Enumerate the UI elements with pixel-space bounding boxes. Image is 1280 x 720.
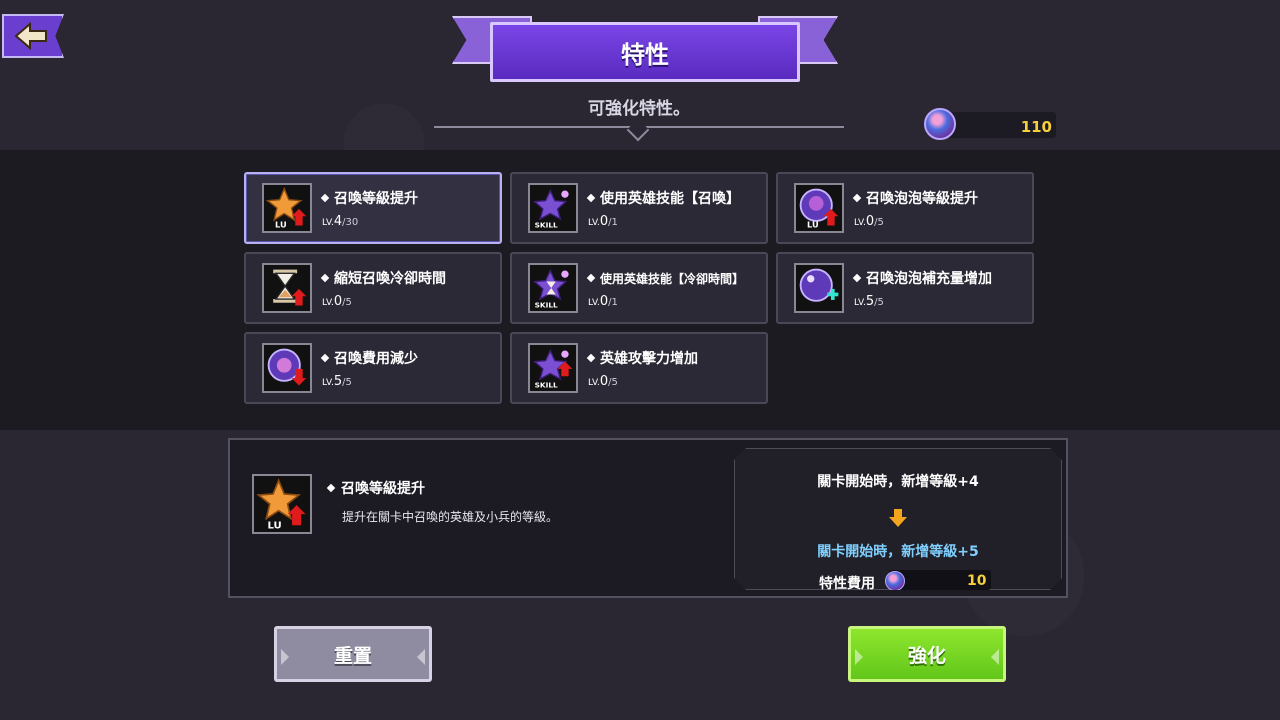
svg-text:SKILL: SKILL xyxy=(535,220,558,229)
trait-name: 使用英雄技能【召喚】 xyxy=(586,188,740,208)
cost-label: 特性費用 xyxy=(819,576,875,592)
trait-level: LV.0/5 xyxy=(322,294,352,309)
trait-level: LV.5/5 xyxy=(322,374,352,389)
trait-name: 使用英雄技能【冷卻時間】 xyxy=(586,270,744,287)
back-arrow-icon xyxy=(14,22,47,50)
trait-name: 召喚泡泡補充量增加 xyxy=(852,268,992,288)
orange-star-level-up-icon: LU xyxy=(262,183,312,233)
hourglass-icon xyxy=(262,263,312,313)
upgrade-button-label: 強化 xyxy=(907,644,946,667)
trait-name: 召喚泡泡等級提升 xyxy=(852,188,978,208)
trait-grid: LU 召喚等級提升 LV.4/30 SKILL 使用英雄技能【召喚】 LV.0/… xyxy=(0,150,1280,430)
svg-text:LU: LU xyxy=(807,219,819,229)
trait-name: 英雄攻擊力增加 xyxy=(586,348,698,368)
svg-text:SKILL: SKILL xyxy=(535,380,558,389)
svg-text:LU: LU xyxy=(267,521,281,532)
trait-level: LV.4/30 xyxy=(322,214,359,229)
trait-card-bubble-level[interactable]: LU 召喚泡泡等級提升 LV.0/5 xyxy=(776,172,1034,244)
currency-orb-icon xyxy=(924,108,956,140)
down-arrow-icon xyxy=(889,509,907,527)
bubble-cost-icon xyxy=(262,343,312,393)
orange-star-level-up-icon: LU xyxy=(252,474,312,534)
trait-name: 召喚等級提升 xyxy=(320,188,418,208)
trait-card-hero-attack[interactable]: SKILL 英雄攻擊力增加 LV.0/5 xyxy=(510,332,768,404)
trait-card-cooldown[interactable]: 縮短召喚冷卻時間 LV.0/5 xyxy=(244,252,502,324)
effect-preview: 關卡開始時，新增等級+4 關卡開始時，新增等級+5 特性費用 10 xyxy=(734,448,1062,590)
bubble-plus-icon xyxy=(794,263,844,313)
svg-text:LU: LU xyxy=(275,219,287,229)
trait-level: LV.0/1 xyxy=(588,294,618,309)
trait-detail-panel: LU 召喚等級提升 提升在關卡中召喚的英雄及小兵的等級。 關卡開始時，新增等級+… xyxy=(228,438,1068,598)
trait-card-skill-summon[interactable]: SKILL 使用英雄技能【召喚】 LV.0/1 xyxy=(510,172,768,244)
trait-level: LV.0/1 xyxy=(588,214,618,229)
button-right-arrow-icon xyxy=(417,649,425,665)
detail-description: 提升在關卡中召喚的英雄及小兵的等級。 xyxy=(342,510,559,524)
trait-card-skill-cooldown[interactable]: SKILL 使用英雄技能【冷卻時間】 LV.0/1 xyxy=(510,252,768,324)
reset-button[interactable]: 重置 xyxy=(274,626,432,682)
trait-level: LV.0/5 xyxy=(588,374,618,389)
trait-level: LV.5/5 xyxy=(854,294,884,309)
skill-hourglass-icon: SKILL xyxy=(528,263,578,313)
button-right-arrow-icon xyxy=(991,649,999,665)
trait-name: 縮短召喚冷卻時間 xyxy=(320,268,446,288)
skill-attack-icon: SKILL xyxy=(528,343,578,393)
button-left-arrow-icon xyxy=(281,649,289,665)
cost-orb-icon xyxy=(885,571,905,591)
subtitle: 可強化特性。 xyxy=(588,99,690,119)
currency-value: 110 xyxy=(1020,118,1052,136)
svg-text:SKILL: SKILL xyxy=(535,300,558,309)
button-left-arrow-icon xyxy=(855,649,863,665)
page-title: 特性 xyxy=(490,22,800,82)
trait-card-bubble-refill[interactable]: 召喚泡泡補充量增加 LV.5/5 xyxy=(776,252,1034,324)
reset-button-label: 重置 xyxy=(333,644,372,667)
trait-currency: 110 xyxy=(924,108,1056,140)
purple-skill-icon: SKILL xyxy=(528,183,578,233)
trait-card-summon-cost[interactable]: 召喚費用減少 LV.5/5 xyxy=(244,332,502,404)
title-ribbon: 特性 xyxy=(452,12,838,84)
trait-level: LV.0/5 xyxy=(854,214,884,229)
detail-trait-name: 召喚等級提升 xyxy=(326,478,425,498)
cost-value: 10 xyxy=(967,573,987,589)
upgrade-button[interactable]: 強化 xyxy=(848,626,1006,682)
back-button[interactable] xyxy=(2,14,64,58)
current-effect: 關卡開始時，新增等級+4 xyxy=(817,474,979,490)
trait-card-summon-level[interactable]: LU 召喚等級提升 LV.4/30 xyxy=(244,172,502,244)
bubble-level-up-icon: LU xyxy=(794,183,844,233)
next-effect: 關卡開始時，新增等級+5 xyxy=(817,544,979,560)
trait-name: 召喚費用減少 xyxy=(320,348,418,368)
